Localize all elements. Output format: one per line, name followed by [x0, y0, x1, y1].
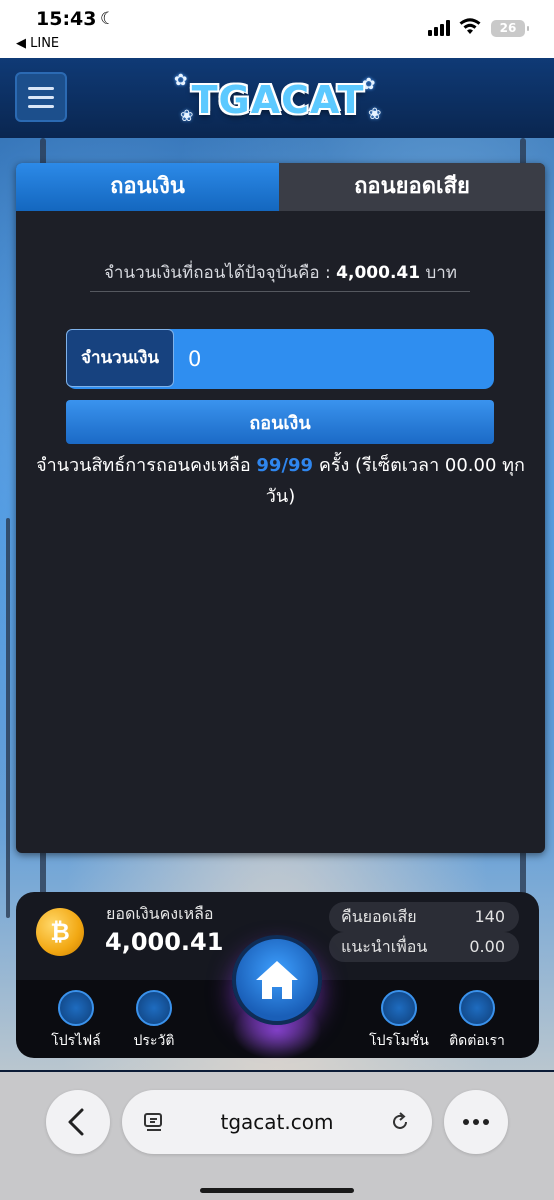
balance-unit: บาท [425, 263, 458, 283]
nav-promotion-label: โปรโมชั่น [369, 1033, 429, 1049]
cashback-label: คืนยอดเสีย [341, 907, 417, 926]
nav-promotion[interactable]: โปรโมชั่น [359, 990, 439, 1052]
home-icon [256, 961, 298, 999]
status-time: 15:43 [36, 8, 97, 30]
wallet-balance-amount: 4,000.41 [105, 928, 224, 956]
nav-history[interactable]: ประวัติ [114, 990, 194, 1052]
referral-pill[interactable]: แนะนำเพื่อน 0.00 [329, 932, 519, 962]
tree-trunk [6, 518, 10, 918]
amount-input[interactable] [188, 339, 478, 379]
balance-value: 4,000.41 [336, 263, 421, 283]
site-header: ✿ ✿ ❀ ❀ TGACAT [0, 58, 554, 138]
home-indicator [200, 1188, 354, 1193]
tab-withdraw[interactable]: ถอนเงิน [16, 163, 279, 211]
home-button[interactable] [232, 935, 322, 1025]
referral-label: แนะนำเพื่อน [341, 937, 428, 956]
withdraw-panel: ถอนเงิน ถอนยอดเสีย จำนวนเงินที่ถอนได้ปัจ… [16, 163, 545, 853]
user-icon [58, 990, 94, 1026]
tab-withdraw-loss[interactable]: ถอนยอดเสีย [279, 163, 545, 211]
wifi-icon [459, 18, 481, 34]
browser-toolbar: tgacat.com [0, 1072, 554, 1200]
reload-icon[interactable] [388, 1110, 412, 1134]
rights-count: 99/99 [256, 455, 314, 476]
phone-chat-icon [459, 990, 495, 1026]
hamburger-menu-button[interactable] [15, 72, 67, 122]
withdraw-rights-text: จำนวนสิทธ์การถอนคงเหลือ 99/99 ครั้ง (รีเ… [22, 450, 539, 512]
site-logo[interactable]: ✿ ✿ ❀ ❀ TGACAT [172, 68, 384, 130]
promotion-icon [381, 990, 417, 1026]
address-bar[interactable]: tgacat.com [122, 1090, 432, 1154]
cashback-pill[interactable]: คืนยอดเสีย 140 [329, 902, 519, 932]
withdraw-button[interactable]: ถอนเงิน [66, 400, 494, 444]
nav-profile-label: โปรไฟล์ [51, 1033, 101, 1049]
bitcoin-coin-icon: ₿ [36, 908, 84, 956]
logo-text: TGACAT [191, 78, 365, 122]
wallet-balance-label: ยอดเงินคงเหลือ [106, 904, 214, 923]
balance-prefix: จำนวนเงินที่ถอนได้ปัจจุบันคือ : [103, 263, 331, 283]
nav-contact-label: ติดต่อเรา [449, 1033, 505, 1049]
amount-label: จำนวนเงิน [66, 329, 174, 387]
cellular-signal-icon [428, 20, 452, 36]
browser-back-button[interactable] [46, 1090, 110, 1154]
nav-contact[interactable]: ติดต่อเรา [437, 990, 517, 1052]
browser-more-button[interactable] [444, 1090, 508, 1154]
divider [90, 291, 470, 292]
clipboard-icon [136, 990, 172, 1026]
more-dots-icon [463, 1119, 489, 1125]
amount-input-group: จำนวนเงิน [66, 329, 494, 389]
cashback-value: 140 [474, 907, 505, 926]
url-text: tgacat.com [220, 1110, 334, 1134]
referral-value: 0.00 [469, 937, 505, 956]
chevron-left-icon [68, 1108, 84, 1136]
rights-prefix: จำนวนสิทธ์การถอนคงเหลือ [36, 455, 251, 476]
status-bar: 15:43 ☾ ◀ LINE 26 [0, 0, 554, 58]
nav-history-label: ประวัติ [133, 1033, 175, 1049]
nav-profile[interactable]: โปรไฟล์ [36, 990, 116, 1052]
battery-icon: 26 [491, 20, 529, 37]
withdrawable-balance: จำนวนเงินที่ถอนได้ปัจจุบันคือ : 4,000.41… [16, 259, 545, 286]
back-to-app-link[interactable]: ◀ LINE [16, 36, 59, 51]
moon-icon: ☾ [100, 9, 116, 29]
